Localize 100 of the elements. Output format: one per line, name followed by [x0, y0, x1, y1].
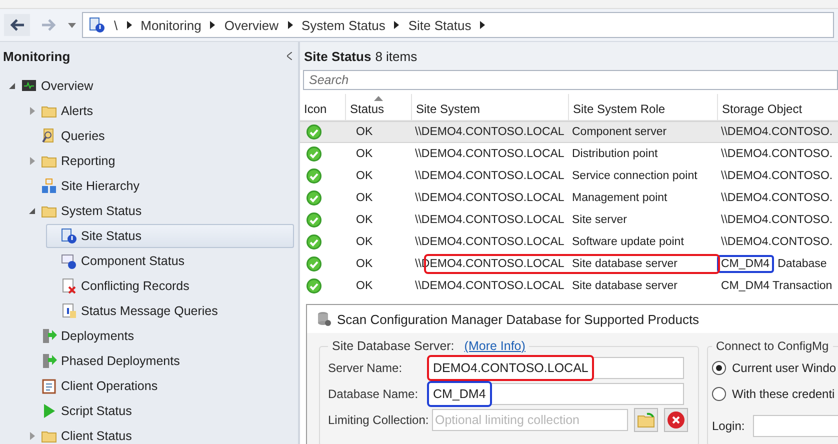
breadcrumb-item[interactable]: Monitoring [140, 18, 202, 32]
status-icon [61, 228, 77, 244]
radio-option[interactable]: With these credenti [712, 381, 838, 407]
expanded-arrow-icon[interactable] [9, 83, 15, 89]
deployment-icon [41, 328, 57, 344]
table-cell-text: \\DEMO4.CONTOSO.LOCAL [414, 279, 566, 294]
table-cell-text: OK [355, 235, 374, 250]
table-cell-text: \\DEMO4.CONTOSO.LOCAL [414, 235, 566, 250]
check-icon [306, 256, 322, 272]
status-icon [89, 17, 105, 33]
collapse-chevron-icon[interactable] [287, 52, 292, 60]
table-cell-text: Component server [571, 125, 668, 140]
table-cell-text: Software update point [571, 235, 685, 250]
table-cell-text: \\DEMO4.CONTOSO. [720, 213, 834, 228]
highlighted-text: CM_DM4 [427, 381, 492, 407]
table-cell-text: CM_DM4 Transaction [720, 279, 834, 294]
table-cell-text: \\DEMO4.CONTOSO. [720, 125, 834, 140]
radio-option[interactable]: Current user Windo [712, 355, 838, 381]
table-row[interactable]: OK \\DEMO4.CONTOSO.LOCAL Software update point \\DEMO4.CONTOSO. [300, 231, 838, 253]
column-header[interactable]: Site System [412, 94, 569, 120]
table-cell-text: Site server [571, 213, 628, 228]
table-cell-text: OK [355, 169, 374, 184]
radio-button[interactable] [712, 387, 726, 401]
check-icon [306, 234, 322, 250]
table-cell-text: OK [355, 147, 374, 162]
chevron-icon[interactable] [288, 21, 293, 29]
table-row[interactable]: OK \\DEMO4.CONTOSO.LOCAL Service connection point \\DEMO4.CONTOSO. [300, 165, 838, 187]
tree-item[interactable]: Reporting [26, 149, 116, 173]
table-row[interactable]: OK \\DEMO4.CONTOSO.LOCAL Component server \\DEMO4.CONTOSO. [300, 121, 838, 143]
table-cell-text: \\DEMO4.CONTOSO.LOCAL [414, 169, 566, 184]
more-info-link[interactable]: (More Info) [464, 339, 526, 353]
clear-button[interactable] [664, 408, 688, 432]
highlighted-text: CM_DM4 [717, 255, 774, 273]
breadcrumb-item[interactable]: Overview [224, 18, 279, 32]
chevron-icon[interactable] [126, 21, 132, 29]
tree-item[interactable]: Site Status [46, 224, 294, 248]
check-icon [306, 190, 322, 206]
check-icon [306, 168, 322, 184]
group-label: Site Database Server: [332, 339, 454, 353]
field-label: Login: [712, 419, 745, 433]
tree-item[interactable]: Site Hierarchy [26, 174, 140, 198]
table-cell-text: \\DEMO4.CONTOSO. [720, 191, 834, 206]
clipboard-icon [41, 378, 57, 394]
field-label: Database Name: [328, 387, 420, 401]
breadcrumb-item[interactable]: \ [114, 18, 118, 32]
tree-item[interactable]: Component Status [46, 249, 186, 273]
table-cell-text: OK [355, 125, 374, 140]
field-label: Limiting Collection: [328, 413, 430, 427]
tree-item[interactable]: Phased Deployments [26, 349, 181, 373]
table-cell-text: \\DEMO4.CONTOSO.LOCAL [414, 191, 566, 206]
folder-icon [637, 412, 655, 428]
table-row[interactable]: OK \\DEMO4.CONTOSO.LOCAL Site database server CM_DM4 Transaction [300, 275, 838, 297]
cell-text: Database [778, 257, 827, 272]
breadcrumb-item[interactable]: System Status [302, 18, 386, 32]
tree-item[interactable]: Alerts [26, 99, 94, 123]
tree-item[interactable]: Client Status [26, 424, 133, 444]
table-cell-text: \\DEMO4.CONTOSO.LOCAL [414, 213, 566, 228]
close-icon [667, 411, 685, 429]
chevron-icon[interactable] [480, 21, 486, 29]
caret-icon[interactable] [68, 22, 76, 28]
column-header[interactable]: Status [346, 94, 412, 120]
pane-title: Monitoring [3, 48, 70, 64]
chevron-icon[interactable] [394, 21, 400, 29]
back-button[interactable] [4, 14, 30, 36]
deployment-icon [41, 353, 57, 369]
column-header[interactable]: Icon [300, 94, 346, 120]
component-icon [61, 253, 77, 269]
table-cell-text: OK [355, 191, 374, 206]
tree-item[interactable]: Overview [6, 74, 94, 98]
login-field[interactable] [752, 415, 838, 437]
table-cell-text: Management point [571, 191, 668, 206]
list-title: Site Status [304, 48, 372, 64]
search-field[interactable]: Search [303, 70, 838, 90]
expanded-arrow-icon[interactable] [29, 208, 35, 214]
tree-item[interactable]: Status Message Queries [46, 299, 219, 323]
tree-item[interactable]: Client Operations [26, 374, 159, 398]
chevron-icon[interactable] [210, 21, 216, 29]
tree-item[interactable]: Deployments [26, 324, 135, 348]
check-icon [306, 212, 322, 228]
table-row[interactable]: OK \\DEMO4.CONTOSO.LOCAL Management point \\DEMO4.CONTOSO. [300, 187, 838, 209]
play-icon [41, 403, 57, 419]
table-cell-text: Distribution point [571, 147, 659, 162]
breadcrumb-item[interactable]: Site Status [408, 18, 472, 32]
tree-item[interactable]: Conflicting Records [46, 274, 190, 298]
check-icon [306, 146, 322, 162]
field-label: Server Name: [328, 361, 404, 375]
table-cell-text: \\DEMO4.CONTOSO.LOCAL [414, 147, 566, 162]
tree-item[interactable]: Queries [26, 124, 106, 148]
column-header[interactable]: Storage Object [718, 94, 838, 120]
monitor-icon [21, 78, 37, 94]
back-arrow-icon [9, 18, 25, 32]
check-icon [306, 278, 322, 294]
table-row[interactable]: OK \\DEMO4.CONTOSO.LOCAL Distribution point \\DEMO4.CONTOSO. [300, 143, 838, 165]
table-cell-text: \\DEMO4.CONTOSO. [720, 147, 834, 162]
radio-button[interactable] [712, 361, 726, 375]
column-header[interactable]: Site System Role [569, 94, 718, 120]
table-row[interactable]: OK \\DEMO4.CONTOSO.LOCAL Site server \\DEMO4.CONTOSO. [300, 209, 838, 231]
table-cell-text: OK [355, 213, 374, 228]
tree-item[interactable]: Script Status [26, 399, 133, 423]
tree-item[interactable]: System Status [26, 199, 143, 223]
